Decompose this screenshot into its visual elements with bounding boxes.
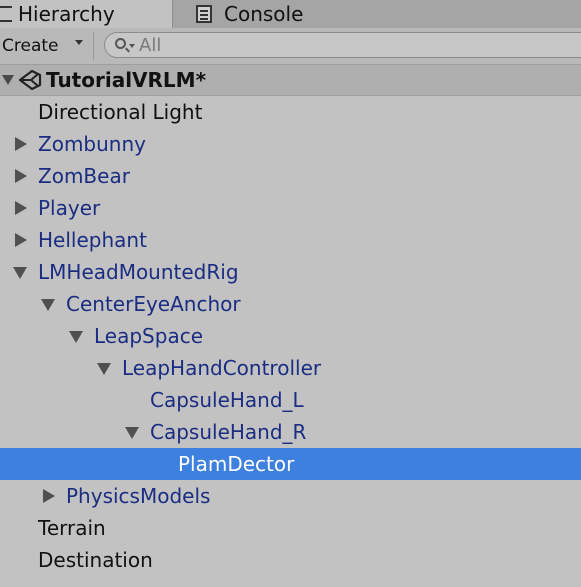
collapse-arrow-icon[interactable] xyxy=(97,363,111,375)
tree-item-label: CenterEyeAnchor xyxy=(66,292,241,316)
tab-hierarchy-label: Hierarchy xyxy=(18,2,115,26)
tree-row[interactable]: ZomBear xyxy=(0,160,581,192)
expand-arrow-icon[interactable] xyxy=(15,201,27,215)
tree-item-label: LeapSpace xyxy=(94,324,203,348)
hierarchy-toolbar: Create xyxy=(0,28,581,65)
tree-row[interactable]: PlamDector xyxy=(0,448,581,480)
tree-row[interactable]: CenterEyeAnchor xyxy=(0,288,581,320)
tree-row[interactable]: CapsuleHand_L xyxy=(0,384,581,416)
tree-item-label: Player xyxy=(38,196,101,220)
expand-arrow-icon[interactable] xyxy=(15,233,27,247)
tree-row[interactable]: LeapSpace xyxy=(0,320,581,352)
tab-console-label: Console xyxy=(224,2,304,26)
collapse-arrow-icon[interactable] xyxy=(41,299,55,311)
tab-bar: Hierarchy Console xyxy=(0,0,581,29)
create-dropdown[interactable]: Create xyxy=(2,34,59,58)
scene-title: TutorialVRLM* xyxy=(46,68,207,92)
tree-item-label: Terrain xyxy=(38,516,106,540)
tree-row[interactable]: Hellephant xyxy=(0,224,581,256)
search-box[interactable] xyxy=(104,32,581,58)
scene-expand-arrow-icon[interactable] xyxy=(2,75,14,85)
collapse-arrow-icon[interactable] xyxy=(69,331,83,343)
tree-row[interactable]: Directional Light xyxy=(0,96,581,128)
tree-row[interactable]: Player xyxy=(0,192,581,224)
tree-row[interactable]: PhysicsModels xyxy=(0,480,581,512)
hierarchy-icon xyxy=(0,6,12,22)
tab-hierarchy[interactable]: Hierarchy xyxy=(0,0,173,28)
search-input[interactable] xyxy=(139,33,559,57)
tree-item-label: LMHeadMountedRig xyxy=(38,260,239,284)
tree-item-label: Directional Light xyxy=(38,100,203,124)
tree-row[interactable]: LeapHandController xyxy=(0,352,581,384)
scene-header[interactable]: TutorialVRLM* xyxy=(0,65,581,96)
tree-item-label: CapsuleHand_R xyxy=(150,420,307,444)
tree-item-label: Zombunny xyxy=(38,132,146,156)
tree-item-label: LeapHandController xyxy=(122,356,322,380)
tree-row[interactable]: Terrain xyxy=(0,512,581,544)
tree-item-label: PhysicsModels xyxy=(66,484,211,508)
tree-item-label: Destination xyxy=(38,548,153,572)
tree-row[interactable]: CapsuleHand_R xyxy=(0,416,581,448)
expand-arrow-icon[interactable] xyxy=(15,137,27,151)
search-icon[interactable] xyxy=(115,38,126,49)
collapse-arrow-icon[interactable] xyxy=(13,267,27,279)
tree-item-label: Hellephant xyxy=(38,228,147,252)
console-icon xyxy=(196,5,212,23)
toolbar-divider xyxy=(93,32,94,60)
tree-item-label: CapsuleHand_L xyxy=(150,388,304,412)
tab-console[interactable]: Console xyxy=(196,0,303,28)
tree-row[interactable]: Destination xyxy=(0,544,581,576)
create-dropdown-arrow-icon[interactable] xyxy=(75,40,83,45)
search-filter-dropdown-icon[interactable] xyxy=(129,44,135,48)
collapse-arrow-icon[interactable] xyxy=(125,427,139,439)
tree-row[interactable]: Zombunny xyxy=(0,128,581,160)
tree-item-label: PlamDector xyxy=(178,452,295,476)
expand-arrow-icon[interactable] xyxy=(43,489,55,503)
tree-item-label: ZomBear xyxy=(38,164,130,188)
expand-arrow-icon[interactable] xyxy=(15,169,27,183)
create-label: Create xyxy=(2,36,59,56)
unity-scene-icon xyxy=(18,69,42,91)
tree-row[interactable]: LMHeadMountedRig xyxy=(0,256,581,288)
